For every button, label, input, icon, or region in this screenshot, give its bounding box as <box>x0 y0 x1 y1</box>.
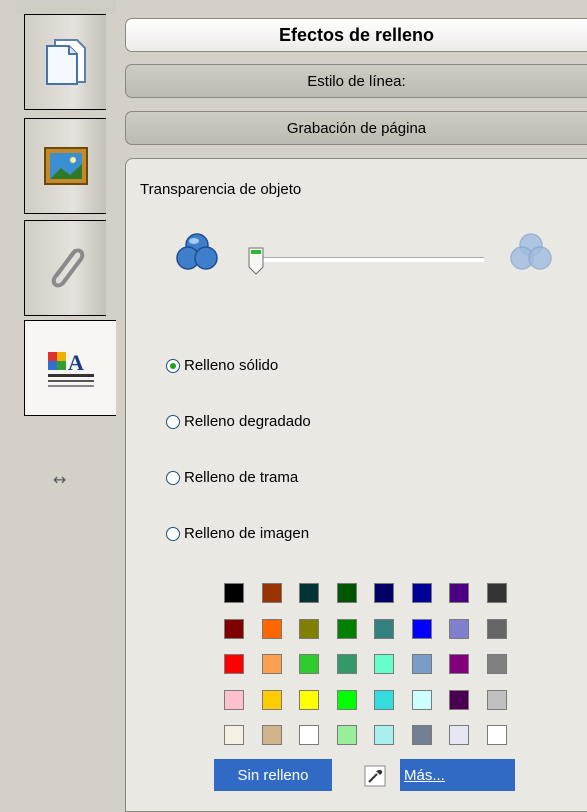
gradient-fill-radio[interactable] <box>166 414 180 429</box>
color-swatch[interactable] <box>224 690 244 710</box>
color-swatch[interactable] <box>374 725 394 745</box>
color-swatch[interactable] <box>412 690 432 710</box>
tab-picture[interactable] <box>24 118 106 214</box>
more-colors-link[interactable]: Más... <box>400 759 515 791</box>
transparency-slider-track[interactable] <box>254 257 484 262</box>
pattern-fill-radio[interactable] <box>166 470 180 485</box>
section-fill-effects-header[interactable]: Efectos de relleno <box>125 18 587 52</box>
color-swatch[interactable] <box>412 725 432 745</box>
color-swatch[interactable] <box>374 583 394 603</box>
color-swatch[interactable] <box>337 690 357 710</box>
fill-effects-panel: Efectos de relleno Estilo de línea: Grab… <box>117 0 587 812</box>
color-swatch[interactable] <box>487 654 507 674</box>
side-tab-strip: A ↔ <box>0 0 116 812</box>
color-swatch[interactable] <box>299 583 319 603</box>
tab-attachment[interactable] <box>24 220 106 316</box>
solid-fill-radio[interactable] <box>166 358 180 373</box>
horizontal-resize-icon[interactable]: ↔ <box>53 470 66 489</box>
color-swatch[interactable] <box>487 690 507 710</box>
tab-fill-effects[interactable]: A <box>24 320 116 416</box>
solid-fill-label: Relleno sólido <box>184 357 279 374</box>
color-swatch[interactable] <box>299 654 319 674</box>
color-swatch[interactable] <box>299 619 319 639</box>
image-fill-label: Relleno de imagen <box>184 525 310 542</box>
eyedropper-icon[interactable] <box>364 765 386 791</box>
color-swatch[interactable] <box>262 654 282 674</box>
color-swatch[interactable] <box>337 654 357 674</box>
color-swatch[interactable] <box>449 725 469 745</box>
fill-effects-icon: A <box>46 346 96 390</box>
color-swatch[interactable] <box>449 654 469 674</box>
color-swatch[interactable] <box>374 619 394 639</box>
color-swatch[interactable] <box>412 654 432 674</box>
color-swatch[interactable] <box>412 619 432 639</box>
color-swatch[interactable] <box>412 583 432 603</box>
pattern-fill-option[interactable]: Relleno de trama <box>166 469 298 486</box>
color-swatch[interactable] <box>262 619 282 639</box>
color-swatch[interactable] <box>374 654 394 674</box>
color-swatch[interactable] <box>224 583 244 603</box>
color-swatch[interactable] <box>262 725 282 745</box>
color-swatch[interactable] <box>487 619 507 639</box>
color-swatch[interactable] <box>449 583 469 603</box>
fill-effects-content: Transparencia de objeto Relleno sólido R… <box>125 158 587 812</box>
picture-icon <box>43 146 89 186</box>
opaque-circles-icon <box>174 231 220 277</box>
transparent-circles-icon <box>508 231 554 277</box>
transparency-slider-thumb[interactable] <box>248 247 264 279</box>
color-swatch[interactable] <box>299 725 319 745</box>
transparency-label: Transparencia de objeto <box>140 181 302 198</box>
section-line-style-header[interactable]: Estilo de línea: <box>125 64 587 98</box>
no-fill-button[interactable]: Sin relleno <box>214 759 332 791</box>
svg-text:A: A <box>68 350 84 375</box>
color-swatch[interactable] <box>262 583 282 603</box>
color-swatch[interactable] <box>337 619 357 639</box>
section-page-recording-header[interactable]: Grabación de página <box>125 111 587 145</box>
solid-fill-option[interactable]: Relleno sólido <box>166 357 278 374</box>
image-fill-option[interactable]: Relleno de imagen <box>166 525 309 542</box>
tab-page[interactable] <box>24 14 106 110</box>
tab-strip-top <box>16 0 116 14</box>
color-swatch[interactable] <box>487 583 507 603</box>
color-swatch[interactable] <box>224 619 244 639</box>
color-swatch[interactable] <box>299 690 319 710</box>
color-swatch[interactable] <box>337 725 357 745</box>
color-swatch[interactable] <box>374 690 394 710</box>
color-swatch[interactable] <box>337 583 357 603</box>
color-swatch[interactable] <box>224 725 244 745</box>
pattern-fill-label: Relleno de trama <box>184 469 299 486</box>
paperclip-icon <box>43 243 89 293</box>
gradient-fill-label: Relleno degradado <box>184 413 311 430</box>
page-icon <box>43 36 89 88</box>
color-swatch[interactable] <box>449 690 469 710</box>
color-swatch[interactable] <box>449 619 469 639</box>
image-fill-radio[interactable] <box>166 526 180 541</box>
gradient-fill-option[interactable]: Relleno degradado <box>166 413 311 430</box>
color-swatch[interactable] <box>262 690 282 710</box>
color-swatch[interactable] <box>224 654 244 674</box>
color-swatch[interactable] <box>487 725 507 745</box>
